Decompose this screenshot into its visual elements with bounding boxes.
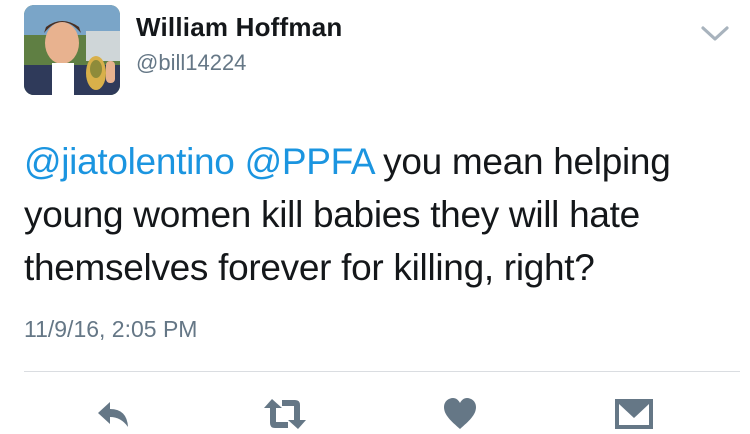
tweet-card: William Hoffman @bill14224 @jiatolentino… (0, 0, 750, 434)
mention-link[interactable]: @jiatolentino (24, 141, 235, 182)
display-name[interactable]: William Hoffman (136, 12, 342, 43)
reply-icon[interactable] (94, 396, 132, 432)
mention-link[interactable]: @PPFA (245, 141, 374, 182)
divider (24, 371, 740, 372)
heart-icon[interactable] (442, 396, 478, 432)
username[interactable]: @bill14224 (136, 50, 246, 76)
tweet-text: @jiatolentino @PPFA you mean helping you… (24, 135, 714, 294)
envelope-icon[interactable] (614, 396, 654, 432)
chevron-down-icon[interactable] (698, 20, 732, 46)
avatar[interactable] (24, 5, 120, 95)
retweet-icon[interactable] (262, 396, 308, 432)
timestamp[interactable]: 11/9/16, 2:05 PM (24, 316, 197, 343)
